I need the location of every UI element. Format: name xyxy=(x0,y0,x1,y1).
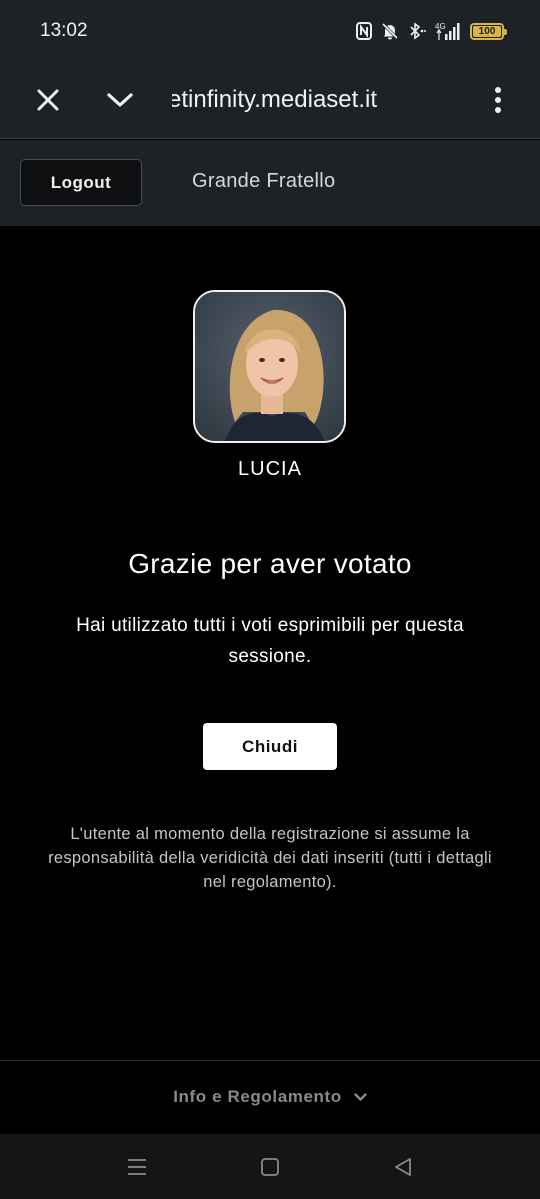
info-regolamento-label: Info e Regolamento xyxy=(173,1087,342,1106)
battery-icon: 100 xyxy=(470,20,507,42)
url-text: etinfinity.mediaset.it xyxy=(172,86,377,113)
contestant-name: LUCIA xyxy=(238,458,302,480)
close-icon xyxy=(37,89,59,111)
battery-indicator: 100 xyxy=(470,22,507,40)
site-title: Grande Fratello xyxy=(192,170,336,192)
status-bar: 13:02 4G 100 xyxy=(0,0,540,62)
close-tab-button[interactable] xyxy=(30,82,66,118)
system-nav-bar xyxy=(0,1134,540,1199)
contestant-photo xyxy=(193,290,346,443)
back-triangle-icon xyxy=(395,1158,411,1176)
status-time: 13:02 xyxy=(40,20,88,41)
recent-apps-button[interactable] xyxy=(124,1154,150,1180)
url-bar[interactable]: etinfinity.mediaset.it xyxy=(172,82,442,118)
home-square-icon xyxy=(261,1158,279,1176)
close-button[interactable]: Chiudi xyxy=(203,723,337,770)
disclaimer-text: L'utente al momento della registrazione … xyxy=(48,825,492,891)
info-regolamento-link[interactable]: Info e Regolamento xyxy=(0,1087,540,1107)
footer: Info e Regolamento xyxy=(0,1060,540,1134)
site-header: Logout Grande Fratello xyxy=(0,140,540,226)
chevron-down-icon xyxy=(354,1092,367,1101)
chevron-down-icon xyxy=(107,93,133,107)
more-options-button[interactable] xyxy=(488,82,508,118)
bluetooth-icon xyxy=(408,20,426,42)
network-label: 4G xyxy=(435,22,446,31)
menu-icon xyxy=(128,1159,146,1175)
vote-confirmation-message: Hai utilizzato tutti i voti esprimibili … xyxy=(76,615,464,667)
nfc-icon xyxy=(356,20,372,42)
mute-icon xyxy=(381,20,399,42)
minimize-button[interactable] xyxy=(102,82,138,118)
more-vert-icon xyxy=(495,87,501,113)
back-button[interactable] xyxy=(390,1154,416,1180)
browser-toolbar: etinfinity.mediaset.it xyxy=(0,62,540,139)
vote-confirmation-title: Grazie per aver votato xyxy=(128,548,412,579)
signal-icon: 4G xyxy=(435,20,461,42)
home-button[interactable] xyxy=(257,1154,283,1180)
battery-level: 100 xyxy=(478,25,496,37)
logout-button[interactable]: Logout xyxy=(20,159,142,206)
status-icons: 4G 100 xyxy=(356,20,507,42)
